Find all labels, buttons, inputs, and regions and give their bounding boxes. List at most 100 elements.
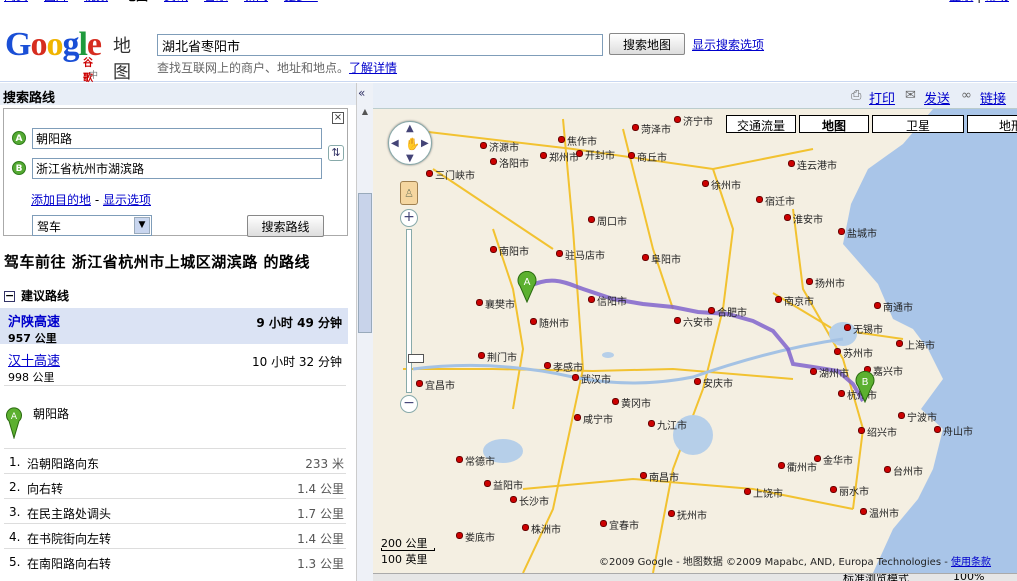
- city-label[interactable]: 绍兴市: [858, 424, 897, 439]
- to-input[interactable]: [32, 158, 322, 179]
- satellite-button[interactable]: 卫星: [872, 115, 964, 133]
- left-panel-scrollbar[interactable]: ▲: [356, 83, 373, 581]
- search-input[interactable]: [157, 34, 603, 56]
- city-label[interactable]: 上海市: [896, 337, 935, 352]
- print-link[interactable]: 打印: [869, 88, 895, 107]
- link-icon[interactable]: ∞: [961, 88, 972, 103]
- city-label[interactable]: 济源市: [480, 139, 519, 154]
- pan-left-icon[interactable]: ◀: [391, 138, 399, 149]
- city-label[interactable]: 南通市: [874, 299, 913, 314]
- city-label[interactable]: 台州市: [884, 463, 923, 478]
- route-option-1[interactable]: 沪陕高速 957 公里 9 小时 49 分钟: [0, 308, 348, 345]
- city-label[interactable]: 九江市: [648, 417, 687, 432]
- collapse-panel-icon[interactable]: «: [358, 86, 365, 100]
- marker-b-pin[interactable]: B: [854, 370, 876, 404]
- city-label[interactable]: 孝感市: [544, 359, 583, 374]
- city-label[interactable]: 株洲市: [522, 521, 561, 536]
- city-label[interactable]: 舟山市: [934, 423, 973, 438]
- hand-icon[interactable]: ✋: [405, 137, 420, 151]
- city-label[interactable]: 娄底市: [456, 529, 495, 544]
- city-label[interactable]: 襄樊市: [476, 296, 515, 311]
- city-label[interactable]: 上饶市: [744, 485, 783, 500]
- city-label[interactable]: 南阳市: [490, 243, 529, 258]
- city-label[interactable]: 驻马店市: [556, 247, 605, 262]
- show-options-link[interactable]: 显示选项: [103, 193, 151, 207]
- step-row[interactable]: 1. 沿朝阳路向东 233 米: [4, 448, 346, 473]
- city-label[interactable]: 益阳市: [484, 477, 523, 492]
- city-label[interactable]: 淮安市: [784, 211, 823, 226]
- pan-down-icon[interactable]: ▼: [406, 153, 414, 164]
- step-row[interactable]: 3. 在民主路处调头 1.7 公里: [4, 498, 346, 523]
- marker-a-pin[interactable]: A: [516, 270, 538, 304]
- city-label[interactable]: 抚州市: [668, 507, 707, 522]
- city-label[interactable]: 徐州市: [702, 177, 741, 192]
- city-label[interactable]: 洛阳市: [490, 155, 529, 170]
- collapse-toggle-icon[interactable]: −: [4, 290, 15, 302]
- from-input[interactable]: [32, 128, 322, 149]
- city-label[interactable]: 嘉兴市: [864, 363, 903, 378]
- city-label[interactable]: 长沙市: [510, 493, 549, 508]
- city-label[interactable]: 无锡市: [844, 321, 883, 336]
- zoom-out-button[interactable]: −: [400, 395, 418, 413]
- search-map-button[interactable]: 搜索地图: [609, 33, 685, 55]
- terms-link[interactable]: 使用条款: [951, 557, 991, 568]
- city-label[interactable]: 咸宁市: [574, 411, 613, 426]
- city-label[interactable]: 宿迁市: [756, 193, 795, 208]
- chevron-down-icon[interactable]: ▼: [134, 217, 150, 234]
- city-label[interactable]: 丽水市: [830, 483, 869, 498]
- help-link[interactable]: 帮助: [985, 0, 1009, 3]
- city-label[interactable]: 济宁市: [674, 113, 713, 128]
- step-row[interactable]: 4. 在书院街向左转 1.4 公里: [4, 523, 346, 548]
- city-label[interactable]: 金华市: [814, 452, 853, 467]
- zoom-slider-knob[interactable]: [408, 354, 424, 363]
- city-label[interactable]: 南昌市: [640, 469, 679, 484]
- pan-right-icon[interactable]: ▶: [421, 138, 429, 149]
- zoom-control[interactable]: + −: [400, 209, 424, 415]
- login-link[interactable]: 登录: [949, 0, 973, 3]
- envelope-icon[interactable]: ✉: [905, 88, 916, 103]
- map-button[interactable]: 地图: [799, 115, 869, 133]
- step-row[interactable]: 2. 向右转 1.4 公里: [4, 473, 346, 498]
- city-label[interactable]: 宁波市: [898, 409, 937, 424]
- city-label[interactable]: 信阳市: [588, 293, 627, 308]
- city-label[interactable]: 六安市: [674, 314, 713, 329]
- city-label[interactable]: 连云港市: [788, 157, 837, 172]
- city-label[interactable]: 南京市: [775, 293, 814, 308]
- city-label[interactable]: 湖州市: [810, 365, 849, 380]
- swap-direction-icon[interactable]: ⇅: [328, 145, 344, 161]
- city-label[interactable]: 合肥市: [708, 304, 747, 319]
- city-label[interactable]: 宜春市: [600, 517, 639, 532]
- city-label[interactable]: 周口市: [588, 213, 627, 228]
- route-option-2[interactable]: 汉十高速 998 公里 10 小时 32 分钟: [0, 347, 348, 384]
- learn-more-link[interactable]: 了解详情: [349, 61, 397, 75]
- close-icon[interactable]: ×: [332, 112, 344, 124]
- suggested-routes-header[interactable]: − 建议路线: [4, 287, 69, 304]
- pegman-icon[interactable]: ♙: [400, 181, 418, 205]
- city-label[interactable]: 温州市: [860, 505, 899, 520]
- city-label[interactable]: 商丘市: [628, 149, 667, 164]
- map-canvas[interactable]: 济宁市 菏泽市 连云港市 焦作市 郑州市 开封市 商丘市 徐州市 济源市 洛阳市 三门峡市 宿迁市 淮安…: [373, 109, 1017, 573]
- city-label[interactable]: 菏泽市: [632, 121, 671, 136]
- printer-icon[interactable]: ⎙: [851, 88, 861, 103]
- send-link[interactable]: 发送: [924, 88, 950, 107]
- zoom-in-button[interactable]: +: [400, 209, 418, 227]
- city-label[interactable]: 武汉市: [572, 371, 611, 386]
- city-label[interactable]: 宜昌市: [416, 377, 455, 392]
- city-label[interactable]: 常德市: [456, 453, 495, 468]
- city-label[interactable]: 盐城市: [838, 225, 877, 240]
- pan-up-icon[interactable]: ▲: [406, 123, 414, 134]
- city-label[interactable]: 三门峡市: [426, 167, 475, 182]
- show-search-options-link[interactable]: 显示搜索选项: [692, 36, 764, 53]
- step-row[interactable]: 5. 在南阳路向右转 1.3 公里: [4, 548, 346, 573]
- pan-control[interactable]: ▲ ▼ ◀ ▶ ✋: [388, 121, 432, 165]
- city-label[interactable]: 衢州市: [778, 459, 817, 474]
- city-label[interactable]: 荆门市: [478, 349, 517, 364]
- city-label[interactable]: 阜阳市: [642, 251, 681, 266]
- city-label[interactable]: 随州市: [530, 315, 569, 330]
- city-label[interactable]: 郑州市: [540, 149, 579, 164]
- scroll-up-icon[interactable]: ▲: [358, 107, 372, 121]
- traffic-button[interactable]: 交通流量: [726, 115, 796, 133]
- add-destination-link[interactable]: 添加目的地: [31, 193, 91, 207]
- city-label[interactable]: 安庆市: [694, 375, 733, 390]
- terrain-button[interactable]: 地形: [967, 115, 1017, 133]
